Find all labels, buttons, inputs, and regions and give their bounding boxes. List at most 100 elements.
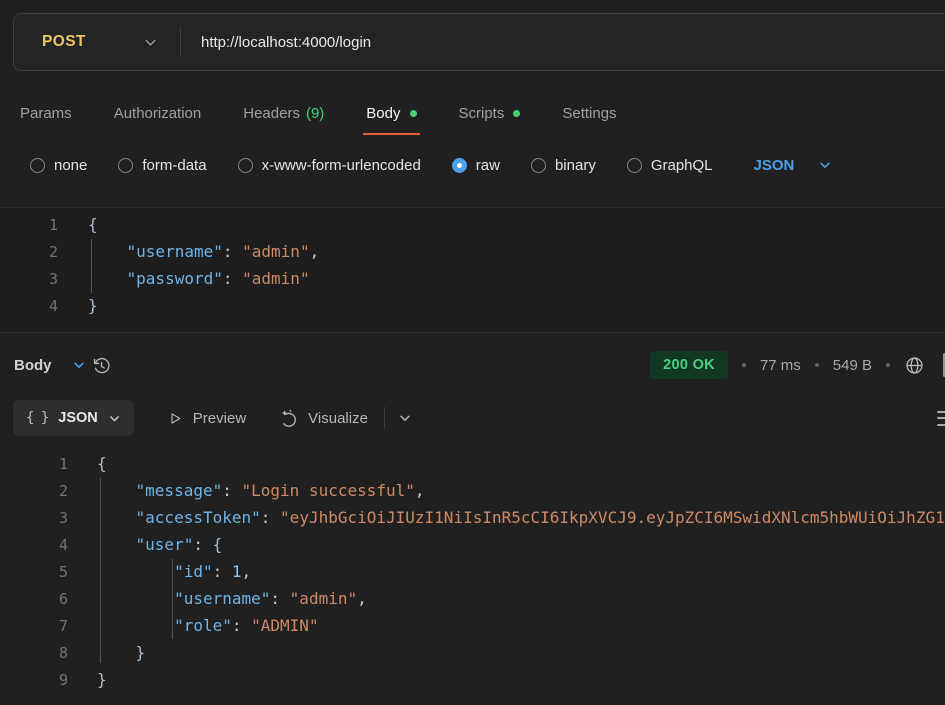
line-number: 4 [0, 536, 68, 554]
response-size: 549 B [833, 357, 872, 374]
code-line: 1{ [0, 450, 945, 477]
tab-label: Params [20, 105, 72, 122]
code-content: "accessToken": "eyJhbGciOiJIUzI1NiIsInR5… [68, 508, 945, 527]
tab-label: Settings [562, 105, 616, 122]
line-number: 4 [0, 297, 58, 315]
line-number: 8 [0, 644, 68, 662]
radio-button [452, 158, 467, 173]
code-content: { [58, 215, 98, 234]
code-line: 2 "message": "Login successful", [0, 477, 945, 504]
tab-authorization[interactable]: Authorization [114, 92, 202, 135]
code-content: { [68, 454, 107, 473]
line-number: 2 [0, 482, 68, 500]
body-mode-radios: none form-data x-www-form-urlencoded raw bin… [30, 157, 713, 174]
status-badge: 200 OK [650, 351, 728, 379]
hamburger-menu-icon[interactable] [937, 411, 945, 426]
line-number: 1 [0, 455, 68, 473]
response-header: Body 200 OK 77 ms 549 B [14, 340, 945, 390]
code-line: 3 "accessToken": "eyJhbGciOiJIUzI1NiIsIn… [0, 504, 945, 531]
code-content: } [58, 296, 98, 315]
code-line: 9} [0, 666, 945, 693]
radio-button [238, 158, 253, 173]
chevron-down-icon[interactable] [398, 411, 412, 425]
code-content: } [68, 643, 145, 662]
tab-headers[interactable]: Headers (9) [243, 92, 324, 135]
code-line: 3 "password": "admin" [0, 265, 945, 292]
raw-language-selector[interactable]: JSON [754, 157, 833, 174]
body-mode-label: GraphQL [651, 157, 713, 174]
body-mode-form-data[interactable]: form-data [118, 157, 206, 174]
method-selector[interactable]: POST [14, 14, 180, 70]
response-format-label: JSON [58, 410, 98, 426]
toolbar-divider [384, 407, 385, 429]
tab-settings[interactable]: Settings [562, 92, 616, 135]
history-icon[interactable] [90, 354, 112, 376]
body-mode-none[interactable]: none [30, 157, 87, 174]
visualize-button[interactable]: Visualize [278, 408, 368, 428]
code-content: "message": "Login successful", [68, 481, 425, 500]
radio-button [531, 158, 546, 173]
body-mode-label: form-data [142, 157, 206, 174]
indent-guide [100, 478, 101, 663]
tab-scripts[interactable]: Scripts [459, 92, 521, 135]
tab-params[interactable]: Params [20, 92, 72, 135]
body-mode-binary[interactable]: binary [531, 157, 596, 174]
globe-icon[interactable] [904, 355, 925, 376]
line-number: 3 [0, 270, 58, 288]
line-number: 9 [0, 671, 68, 689]
body-mode-graphql[interactable]: GraphQL [627, 157, 713, 174]
play-icon [166, 410, 183, 427]
tab-body[interactable]: Body [366, 92, 416, 135]
code-content: "user": { [68, 535, 222, 554]
code-line: 4} [0, 292, 945, 319]
code-line: 2 "username": "admin", [0, 238, 945, 265]
preview-button[interactable]: Preview [166, 410, 246, 427]
url-input[interactable]: http://localhost:4000/login [181, 34, 371, 51]
code-line: 5 "id": 1, [0, 558, 945, 585]
chevron-down-icon [108, 412, 121, 425]
response-view-label: Body [14, 357, 52, 374]
code-content: } [68, 670, 107, 689]
body-mode-label: x-www-form-urlencoded [262, 157, 421, 174]
indent-guide [91, 239, 92, 293]
code-content: "username": "admin", [58, 242, 319, 261]
request-body-editor[interactable]: 1{2 "username": "admin",3 "password": "a… [0, 207, 945, 333]
body-mode-row: none form-data x-www-form-urlencoded raw bin… [30, 146, 832, 184]
body-mode-raw[interactable]: raw [452, 157, 500, 174]
response-format-button[interactable]: { } JSON [13, 400, 134, 436]
chevron-down-icon [818, 158, 832, 172]
body-mode-label: binary [555, 157, 596, 174]
line-number: 7 [0, 617, 68, 635]
tab-label: Authorization [114, 105, 202, 122]
raw-language-label: JSON [754, 157, 795, 174]
curly-braces-icon: { } [26, 410, 48, 426]
response-toolbar: { } JSON Preview Visualize [13, 399, 945, 437]
request-url-bar: POST http://localhost:4000/login [13, 13, 945, 71]
green-dot-icon [513, 110, 520, 117]
response-view-selector[interactable]: Body [14, 357, 86, 374]
visualize-label: Visualize [308, 410, 368, 427]
code-line: 8 } [0, 639, 945, 666]
separator-dot [886, 363, 890, 367]
tab-label: Scripts [459, 105, 505, 122]
tab-label: Headers [243, 105, 300, 122]
request-tabs: Params Authorization Headers (9) Body Scripts… [20, 92, 617, 135]
separator-dot [742, 363, 746, 367]
response-time: 77 ms [760, 357, 801, 374]
line-number: 6 [0, 590, 68, 608]
separator-dot [815, 363, 819, 367]
line-number: 3 [0, 509, 68, 527]
radio-button [627, 158, 642, 173]
tab-label: Body [366, 105, 400, 122]
sparkle-circle-icon [278, 408, 298, 428]
method-label: POST [42, 33, 86, 51]
response-body-editor[interactable]: 1{2 "message": "Login successful",3 "acc… [0, 450, 945, 705]
body-mode-x-www-form-urlencoded[interactable]: x-www-form-urlencoded [238, 157, 421, 174]
code-line: 7 "role": "ADMIN" [0, 612, 945, 639]
green-dot-icon [410, 110, 417, 117]
code-line: 6 "username": "admin", [0, 585, 945, 612]
line-number: 5 [0, 563, 68, 581]
tab-count-badge: (9) [306, 105, 324, 122]
code-content: "password": "admin" [58, 269, 310, 288]
line-number: 2 [0, 243, 58, 261]
